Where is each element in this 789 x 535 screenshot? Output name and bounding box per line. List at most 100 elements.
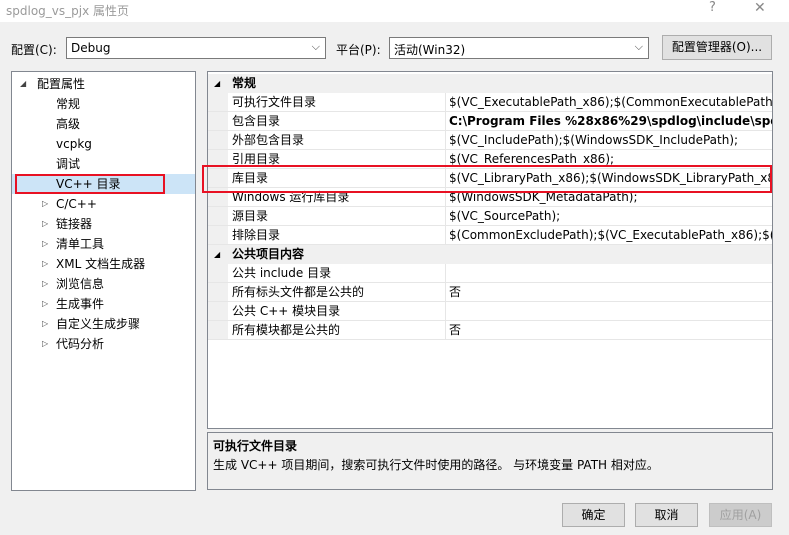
tree-item[interactable]: ▷ XML 文档生成器 — [12, 254, 195, 274]
tree-item-label: XML 文档生成器 — [56, 257, 146, 271]
collapsed-arrow-icon[interactable]: ▷ — [42, 234, 48, 254]
property-name: 排除目录 — [232, 228, 281, 242]
tree-item[interactable]: ▷ 浏览信息 — [12, 274, 195, 294]
expanded-arrow-icon[interactable]: ◢ — [214, 74, 220, 93]
property-value[interactable]: $(VC_IncludePath);$(WindowsSDK_IncludePa… — [445, 131, 738, 149]
grid-category-label: 公共项目内容 — [232, 247, 305, 261]
tree-item-label: 浏览信息 — [56, 277, 105, 291]
help-icon[interactable]: ? — [709, 0, 723, 15]
tree-item[interactable]: 高级 — [12, 114, 195, 134]
description-title: 可执行文件目录 — [213, 439, 298, 453]
grid-category[interactable]: ◢ 公共项目内容 — [208, 245, 772, 264]
collapsed-arrow-icon[interactable]: ▷ — [42, 334, 48, 354]
tree-item-label: 代码分析 — [56, 337, 105, 351]
row-gutter — [208, 321, 228, 339]
collapsed-arrow-icon[interactable]: ▷ — [42, 254, 48, 274]
highlight-box-tree — [15, 174, 165, 194]
row-gutter — [208, 131, 228, 149]
apply-button[interactable]: 应用(A) — [709, 503, 772, 527]
grid-row[interactable]: 包含目录 C:\Program Files %28x86%29\spdlog\in… — [208, 112, 772, 131]
row-gutter — [208, 112, 228, 130]
config-value: Debug — [71, 41, 111, 55]
close-icon[interactable]: ✕ — [754, 0, 770, 16]
row-gutter — [208, 207, 228, 225]
row-gutter — [208, 226, 228, 244]
tree-item-label: vcpkg — [56, 137, 92, 151]
property-value[interactable]: $(VC_SourcePath); — [445, 207, 560, 225]
platform-select[interactable]: 活动(Win32) ⌵ — [389, 37, 649, 59]
collapsed-arrow-icon[interactable]: ▷ — [42, 214, 48, 234]
tree-item-label: 常规 — [56, 97, 81, 111]
expanded-arrow-icon: ◢ — [20, 79, 27, 88]
tree-item[interactable]: ▷ 生成事件 — [12, 294, 195, 314]
window-title: spdlog_vs_pjx 属性页 — [6, 4, 130, 18]
tree-item[interactable]: ▷ 链接器 — [12, 214, 195, 234]
tree-item-label: 调试 — [56, 157, 81, 171]
tree-item[interactable]: 调试 — [12, 154, 195, 174]
platform-value: 活动(Win32) — [394, 43, 466, 57]
property-name: 所有标头文件都是公共的 — [232, 285, 365, 299]
property-name: 公共 include 目录 — [232, 266, 332, 280]
grid-row[interactable]: 源目录 $(VC_SourcePath); — [208, 207, 772, 226]
grid-row[interactable]: 可执行文件目录 $(VC_ExecutablePath_x86);$(Common… — [208, 93, 772, 112]
highlight-box-grid — [202, 165, 772, 193]
property-grid: ◢ 常规可执行文件目录 $(VC_ExecutablePath_x86);$(Com… — [207, 71, 773, 429]
platform-label: 平台(P): — [336, 43, 381, 57]
tree-item-label: C/C++ — [56, 197, 97, 211]
row-gutter — [208, 283, 228, 301]
ok-button[interactable]: 确定 — [562, 503, 625, 527]
cancel-button[interactable]: 取消 — [635, 503, 698, 527]
grid-row[interactable]: 所有标头文件都是公共的 否 — [208, 283, 772, 302]
tree-item[interactable]: ▷ 清单工具 — [12, 234, 195, 254]
description-text: 生成 VC++ 项目期间，搜索可执行文件时使用的路径。 与环境变量 PATH 相… — [213, 458, 659, 472]
config-label: 配置(C): — [11, 43, 57, 57]
property-value[interactable]: C:\Program Files %28x86%29\spdlog\includ… — [445, 112, 772, 130]
tree-item[interactable]: vcpkg — [12, 134, 195, 154]
property-value[interactable]: 否 — [445, 321, 461, 339]
grid-category[interactable]: ◢ 常规 — [208, 74, 772, 93]
tree-item-label: 自定义生成步骤 — [56, 317, 141, 331]
tree-item[interactable]: ▷ 代码分析 — [12, 334, 195, 354]
property-name: 外部包含目录 — [232, 133, 305, 147]
grid-row[interactable]: 公共 include 目录 — [208, 264, 772, 283]
row-gutter — [208, 93, 228, 111]
config-select[interactable]: Debug ⌵ — [66, 37, 326, 59]
tree-item[interactable]: ▷ 自定义生成步骤 — [12, 314, 195, 334]
collapsed-arrow-icon[interactable]: ▷ — [42, 294, 48, 314]
row-gutter — [208, 264, 228, 282]
grid-row[interactable]: 公共 C++ 模块目录 — [208, 302, 772, 321]
collapsed-arrow-icon[interactable]: ▷ — [42, 314, 48, 334]
property-tree: ◢ 配置属性 常规 高级 vcpkg 调试 VC++ 目录 ▷ C/C++ ▷ 链接器 ▷ 清单工具… — [11, 71, 196, 491]
property-value[interactable]: $(CommonExcludePath);$(VC_ExecutablePath… — [445, 226, 772, 244]
property-name: 可执行文件目录 — [232, 95, 317, 109]
config-manager-button[interactable]: 配置管理器(O)... — [662, 35, 772, 60]
description-panel: 可执行文件目录 生成 VC++ 项目期间，搜索可执行文件时使用的路径。 与环境变… — [207, 432, 773, 490]
row-gutter — [208, 302, 228, 320]
grid-row[interactable]: 外部包含目录 $(VC_IncludePath);$(WindowsSDK_Inc… — [208, 131, 772, 150]
property-value[interactable]: $(VC_ExecutablePath_x86);$(CommonExecuta… — [445, 93, 772, 111]
property-name: 公共 C++ 模块目录 — [232, 304, 341, 318]
tree-root[interactable]: ◢ 配置属性 — [12, 74, 195, 94]
expanded-arrow-icon[interactable]: ◢ — [214, 245, 220, 264]
title-bar: spdlog_vs_pjx 属性页 ? ✕ — [0, 0, 789, 22]
tree-item[interactable]: ▷ C/C++ — [12, 194, 195, 214]
tree-item-label: 清单工具 — [56, 237, 105, 251]
collapsed-arrow-icon[interactable]: ▷ — [42, 194, 48, 214]
property-value[interactable] — [445, 302, 449, 320]
tree-root-label: 配置属性 — [37, 77, 86, 91]
grid-row[interactable]: 排除目录 $(CommonExcludePath);$(VC_Executable… — [208, 226, 772, 245]
tree-item-label: 高级 — [56, 117, 81, 131]
property-name: 包含目录 — [232, 114, 281, 128]
tree-item[interactable]: 常规 — [12, 94, 195, 114]
chevron-down-icon: ⌵ — [634, 40, 643, 53]
grid-row[interactable]: 所有模块都是公共的 否 — [208, 321, 772, 340]
tree-item-label: 生成事件 — [56, 297, 105, 311]
property-value[interactable] — [445, 264, 449, 282]
tree-item-label: 链接器 — [56, 217, 93, 231]
property-name: 源目录 — [232, 209, 269, 223]
grid-category-label: 常规 — [232, 76, 257, 90]
property-name: 所有模块都是公共的 — [232, 323, 341, 337]
chevron-down-icon: ⌵ — [311, 40, 320, 53]
property-value[interactable]: 否 — [445, 283, 461, 301]
collapsed-arrow-icon[interactable]: ▷ — [42, 274, 48, 294]
